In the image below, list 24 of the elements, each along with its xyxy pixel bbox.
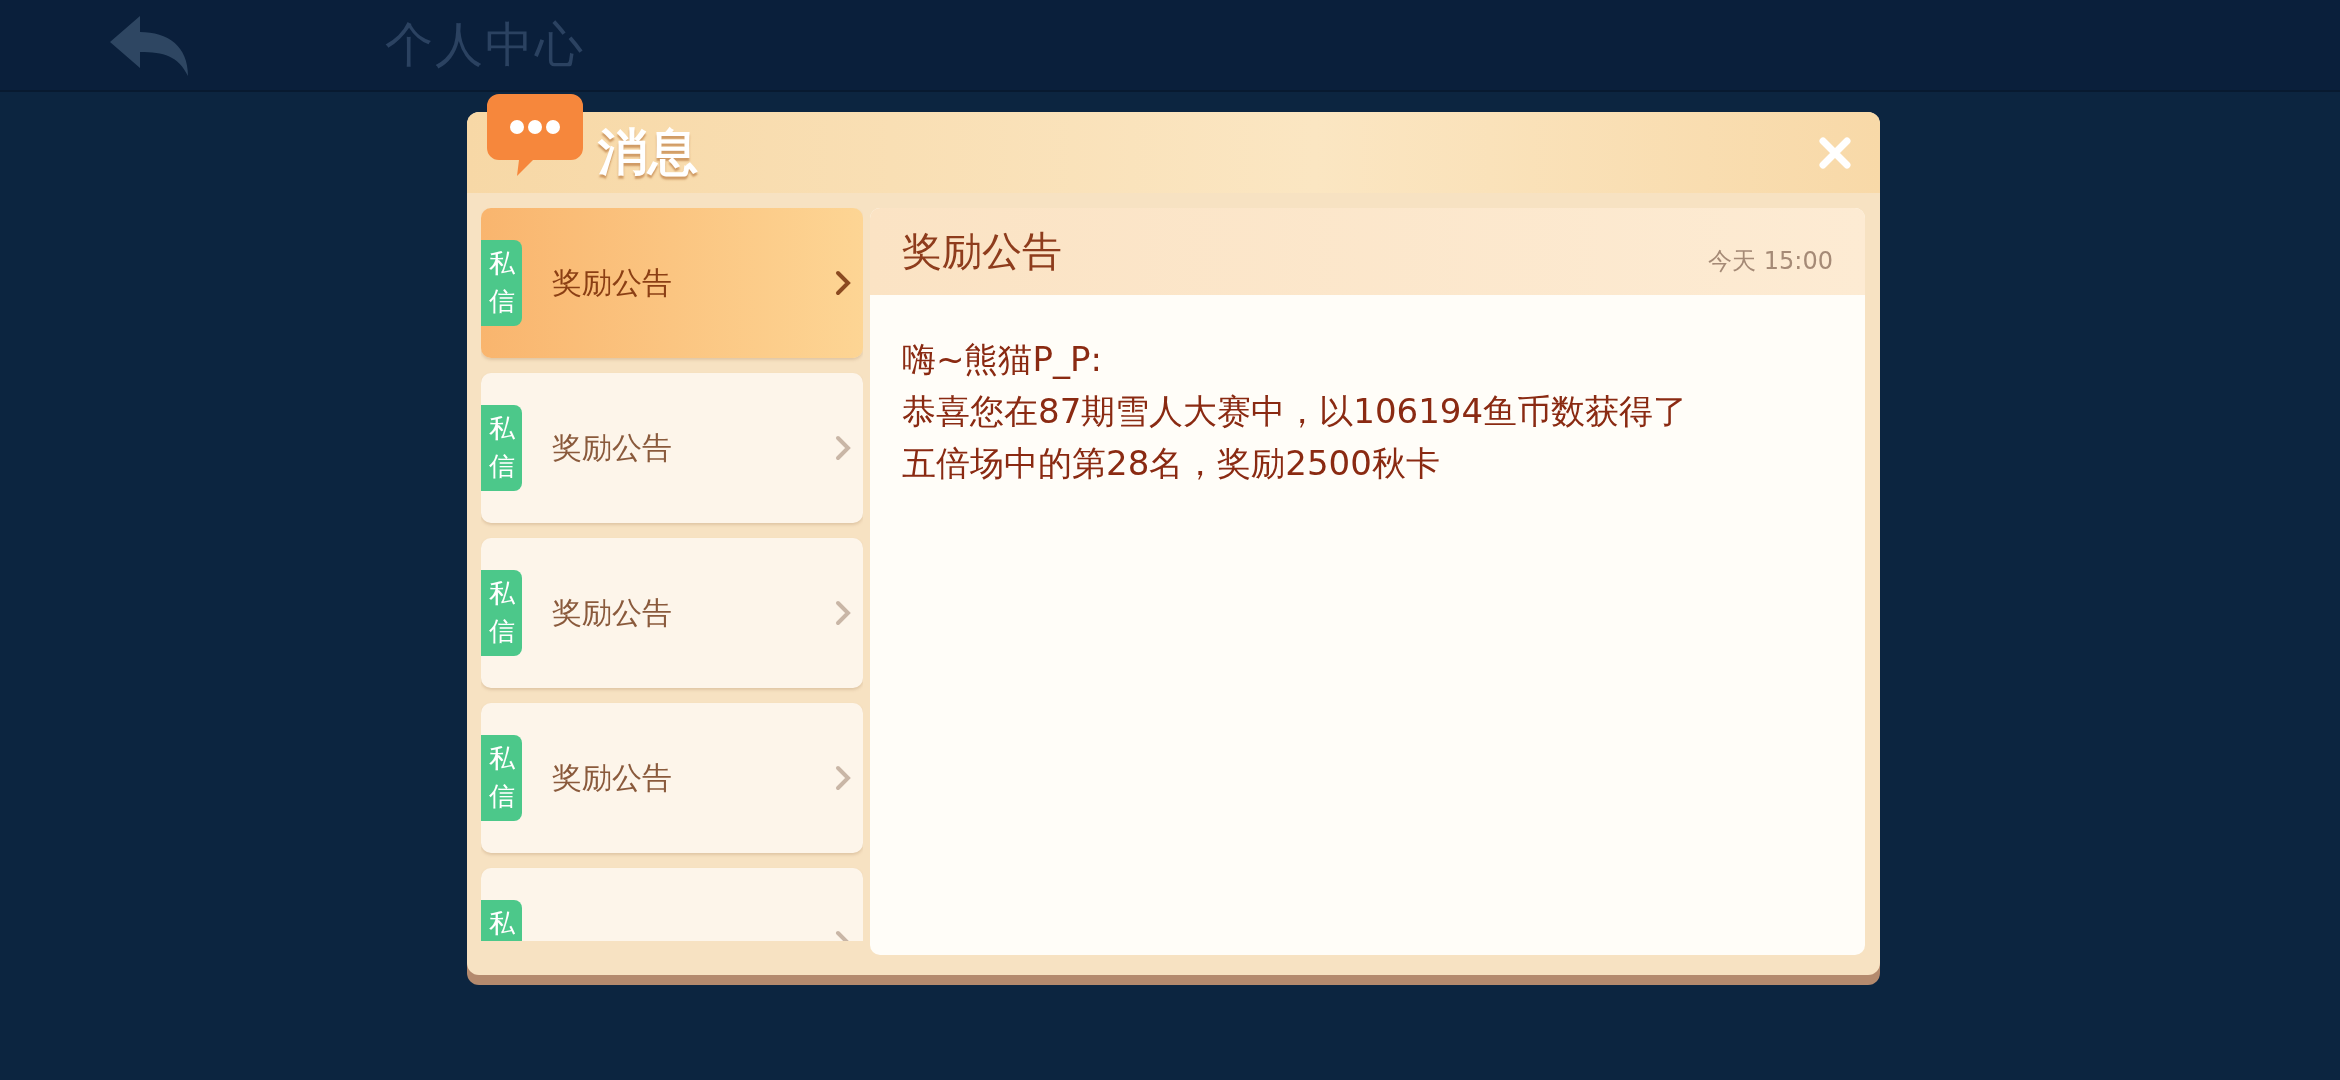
message-list-item[interactable]: 私信 奖励公告 [481,538,863,688]
message-text-line: 嗨~熊猫P_P: [902,338,1103,381]
private-message-tag: 私信 [481,570,522,656]
private-message-tag: 私 [481,900,522,941]
message-time: 今天 15:00 [1708,245,1833,277]
dialog-title: 消息 [598,122,698,183]
message-title: 奖励公告 [552,758,672,797]
message-text-line: 恭喜您在87期雪人大赛中，以106194鱼币数获得了 [902,390,1689,433]
message-list-item[interactable]: 私信 奖励公告 [481,703,863,853]
message-title: 奖励公告 [552,263,672,302]
chevron-right-icon [835,765,851,791]
message-text-line: 五倍场中的第28名，奖励2500秋卡 [902,442,1441,485]
private-message-tag: 私信 [481,240,522,326]
message-list-item[interactable]: 私信 奖励公告 [481,373,863,523]
message-list-item[interactable]: 私信 奖励公告 [481,208,863,358]
chevron-right-icon [835,270,851,296]
message-title: 奖励公告 [552,593,672,632]
message-title: 奖励公告 [552,428,672,467]
chevron-right-icon [835,435,851,461]
chevron-right-icon [835,600,851,626]
message-heading: 奖励公告 [902,227,1062,276]
close-icon[interactable] [1818,135,1852,170]
private-message-tag: 私信 [481,405,522,491]
private-message-tag: 私信 [481,735,522,821]
